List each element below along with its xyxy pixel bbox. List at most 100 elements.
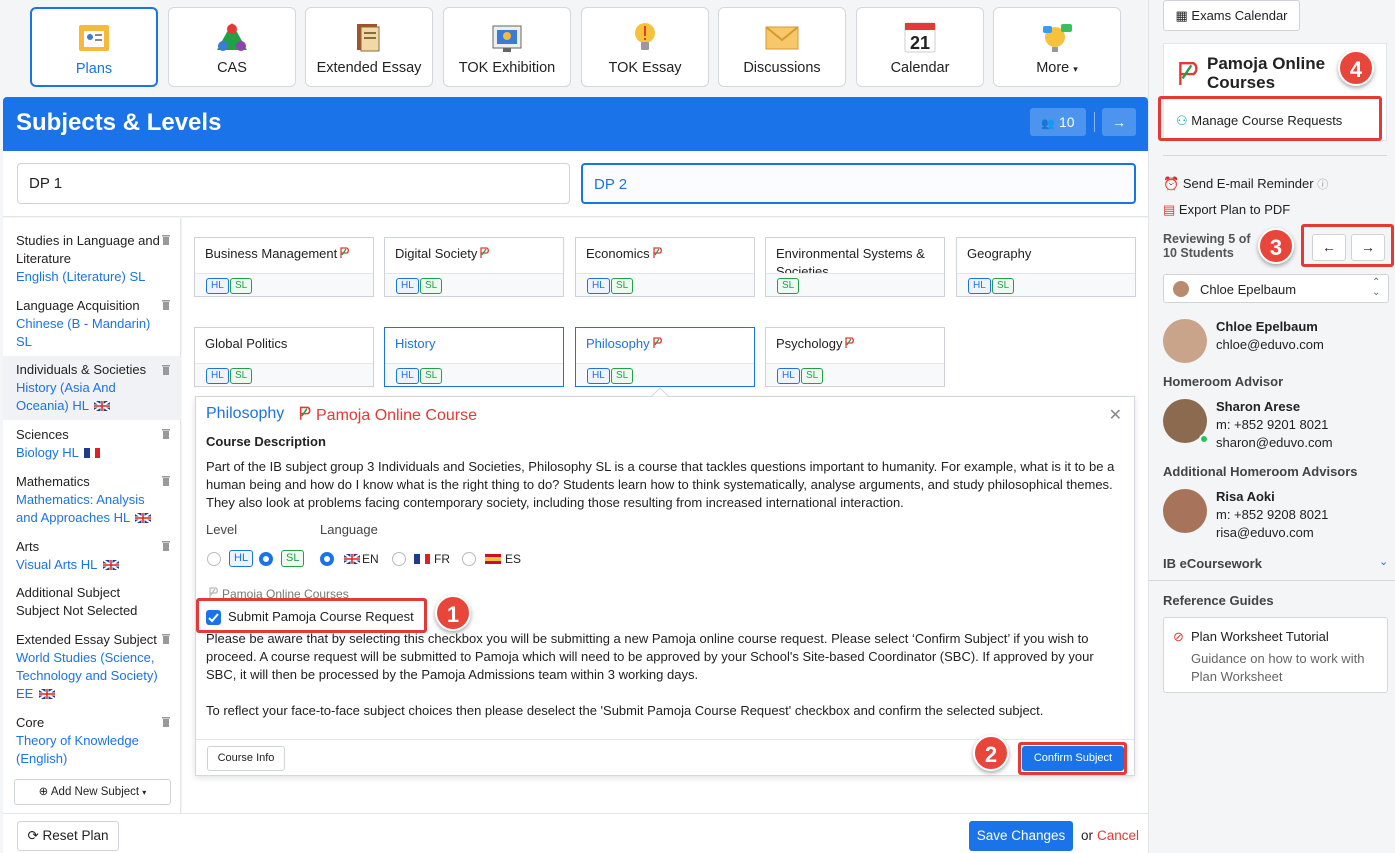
subject-item[interactable]: Additional Subject Subject Not Selected bbox=[3, 584, 181, 620]
trash-icon[interactable] bbox=[161, 474, 171, 486]
radio-es[interactable] bbox=[462, 552, 476, 566]
subject-card[interactable]: Geography HL SL bbox=[956, 237, 1136, 297]
tag-hl[interactable]: HL bbox=[587, 278, 610, 294]
close-icon[interactable]: ✕ bbox=[1109, 405, 1122, 425]
next-button[interactable]: → bbox=[1102, 108, 1136, 136]
course-info-button[interactable]: Course Info bbox=[207, 746, 285, 771]
trash-icon[interactable] bbox=[161, 632, 171, 644]
subject-group: Additional Subject bbox=[16, 585, 121, 600]
subject-item[interactable]: Extended Essay Subject World Studies (Sc… bbox=[3, 631, 181, 703]
nav-tile-cas[interactable]: CAS bbox=[168, 7, 296, 87]
guide-card[interactable]: ⊘ Plan Worksheet Tutorial Guidance on ho… bbox=[1163, 617, 1388, 693]
tab-dp1[interactable]: DP 1 bbox=[17, 163, 570, 204]
trash-icon[interactable] bbox=[161, 363, 171, 375]
subject-card-selected[interactable]: Philosophy HL SL bbox=[575, 327, 755, 387]
app-window: Plans CAS Extended Essay TOK Exhibition … bbox=[0, 0, 1395, 853]
lang-es: ES bbox=[505, 552, 522, 566]
callout-number-4: 4 bbox=[1338, 50, 1374, 86]
tag-sl[interactable]: SL bbox=[611, 368, 634, 384]
subject-card[interactable]: Business Management HL SL bbox=[194, 237, 374, 297]
tag-hl[interactable]: HL bbox=[968, 278, 991, 294]
trash-icon[interactable] bbox=[161, 539, 171, 551]
tag-sl[interactable]: SL bbox=[777, 278, 800, 294]
subject-card[interactable]: Environmental Systems & Societies SL bbox=[765, 237, 945, 297]
trash-icon[interactable] bbox=[161, 715, 171, 727]
nav-tile-tok-exhibition[interactable]: TOK Exhibition bbox=[443, 7, 571, 87]
students-count-button[interactable]: 👥 10 bbox=[1030, 108, 1086, 136]
nav-tile-more[interactable]: More ▾ bbox=[993, 7, 1121, 87]
subject-card[interactable]: Psychology HL SL bbox=[765, 327, 945, 387]
caret-down-icon: ▾ bbox=[1073, 64, 1078, 74]
tag-hl[interactable]: HL bbox=[396, 368, 419, 384]
tag-hl[interactable]: HL bbox=[206, 368, 229, 384]
es-flag-icon bbox=[485, 554, 501, 564]
nav-label: Calendar bbox=[890, 60, 950, 76]
deselect-notice: To reflect your face-to-face subject cho… bbox=[206, 703, 1044, 718]
tag-sl[interactable]: SL bbox=[420, 368, 443, 384]
exams-calendar-button[interactable]: ▦ Exams Calendar bbox=[1163, 0, 1300, 31]
save-changes-button[interactable]: Save Changes bbox=[969, 821, 1073, 851]
student-select-value: Chloe Epelbaum bbox=[1200, 282, 1297, 297]
nav-tile-plans[interactable]: Plans bbox=[30, 7, 158, 87]
send-reminder-label: Send E-mail Reminder bbox=[1182, 176, 1314, 191]
chevron-down-icon[interactable]: ⌄ bbox=[1379, 555, 1388, 568]
trash-icon[interactable] bbox=[161, 427, 171, 439]
tag-hl[interactable]: HL bbox=[777, 368, 800, 384]
tag-hl[interactable]: HL bbox=[206, 278, 229, 294]
nav-tile-extended-essay[interactable]: Extended Essay bbox=[305, 7, 433, 87]
cancel-link[interactable]: Cancel bbox=[1097, 828, 1139, 843]
subject-item[interactable]: Language Acquisition Chinese (B - Mandar… bbox=[3, 297, 181, 351]
subject-group: Extended Essay Subject bbox=[16, 632, 157, 647]
nav-tile-discussions[interactable]: Discussions bbox=[718, 7, 846, 87]
nav-label: Discussions bbox=[743, 60, 821, 76]
plan-footer: ⟳ Reset Plan Save Changes or Cancel bbox=[3, 813, 1148, 853]
trash-icon[interactable] bbox=[161, 233, 171, 245]
subject-card[interactable]: Economics HL SL bbox=[575, 237, 755, 297]
nav-tile-calendar[interactable]: 21 Calendar bbox=[856, 7, 984, 87]
tag-sl[interactable]: SL bbox=[420, 278, 443, 294]
subject-item[interactable]: Arts Visual Arts HL bbox=[3, 538, 181, 574]
subject-item[interactable]: Sciences Biology HL bbox=[3, 426, 181, 462]
tag-sl[interactable]: SL bbox=[801, 368, 824, 384]
subject-item[interactable]: Core Theory of Knowledge (English) bbox=[3, 714, 181, 768]
tag-hl[interactable]: HL bbox=[396, 278, 419, 294]
tag-sl[interactable]: SL bbox=[230, 278, 253, 294]
subject-card[interactable]: History HL SL bbox=[384, 327, 564, 387]
callout-number-2: 2 bbox=[973, 735, 1009, 771]
radio-sl[interactable] bbox=[259, 552, 273, 566]
nav-tile-tok-essay[interactable]: TOK Essay bbox=[581, 7, 709, 87]
guide-title: Plan Worksheet Tutorial bbox=[1191, 629, 1329, 644]
add-subject-button[interactable]: ⊕ Add New Subject ▾ bbox=[14, 779, 171, 805]
tag-hl[interactable]: HL bbox=[587, 368, 610, 384]
level-sl: SL bbox=[281, 550, 305, 567]
users-icon: 👥 bbox=[1041, 118, 1056, 130]
pamoja-icon bbox=[299, 406, 311, 420]
ib-ecoursework-toggle[interactable]: IB eCoursework bbox=[1163, 556, 1262, 571]
homeroom-name: Sharon Arese bbox=[1216, 399, 1301, 414]
tag-sl[interactable]: SL bbox=[230, 368, 253, 384]
subject-item[interactable]: Mathematics Mathematics: Analysis and Ap… bbox=[3, 473, 181, 527]
subject-item[interactable]: Individuals & Societies History (Asia An… bbox=[3, 356, 181, 420]
trash-icon[interactable] bbox=[161, 298, 171, 310]
export-pdf-link[interactable]: ▤ Export Plan to PDF bbox=[1163, 202, 1290, 218]
pamoja-logo-icon bbox=[1179, 61, 1198, 85]
homeroom-phone: m: +852 9201 8021 bbox=[1216, 417, 1329, 432]
callout-box-3 bbox=[1301, 224, 1394, 267]
subject-group: Studies in Language and Literature bbox=[16, 233, 160, 266]
subject-item[interactable]: Studies in Language and Literature Engli… bbox=[3, 232, 181, 286]
tag-sl[interactable]: SL bbox=[992, 278, 1015, 294]
radio-fr[interactable] bbox=[392, 552, 406, 566]
dp-tabs: DP 1 DP 2 bbox=[3, 151, 1148, 217]
student-select[interactable]: Chloe Epelbaum ⌃ ⌄ bbox=[1163, 274, 1389, 303]
nav-label: TOK Essay bbox=[608, 60, 682, 76]
radio-hl[interactable] bbox=[207, 552, 221, 566]
subject-card[interactable]: Digital Society HL SL bbox=[384, 237, 564, 297]
radio-en[interactable] bbox=[320, 552, 334, 566]
send-reminder-link[interactable]: ⏰ Send E-mail Reminder ⓘ bbox=[1163, 176, 1328, 192]
tab-dp2[interactable]: DP 2 bbox=[581, 163, 1136, 204]
reset-plan-button[interactable]: ⟳ Reset Plan bbox=[17, 821, 119, 851]
subject-card[interactable]: Global Politics HL SL bbox=[194, 327, 374, 387]
tag-sl[interactable]: SL bbox=[611, 278, 634, 294]
course-description: Part of the IB subject group 3 Individua… bbox=[206, 459, 1115, 510]
divider bbox=[1094, 112, 1095, 132]
